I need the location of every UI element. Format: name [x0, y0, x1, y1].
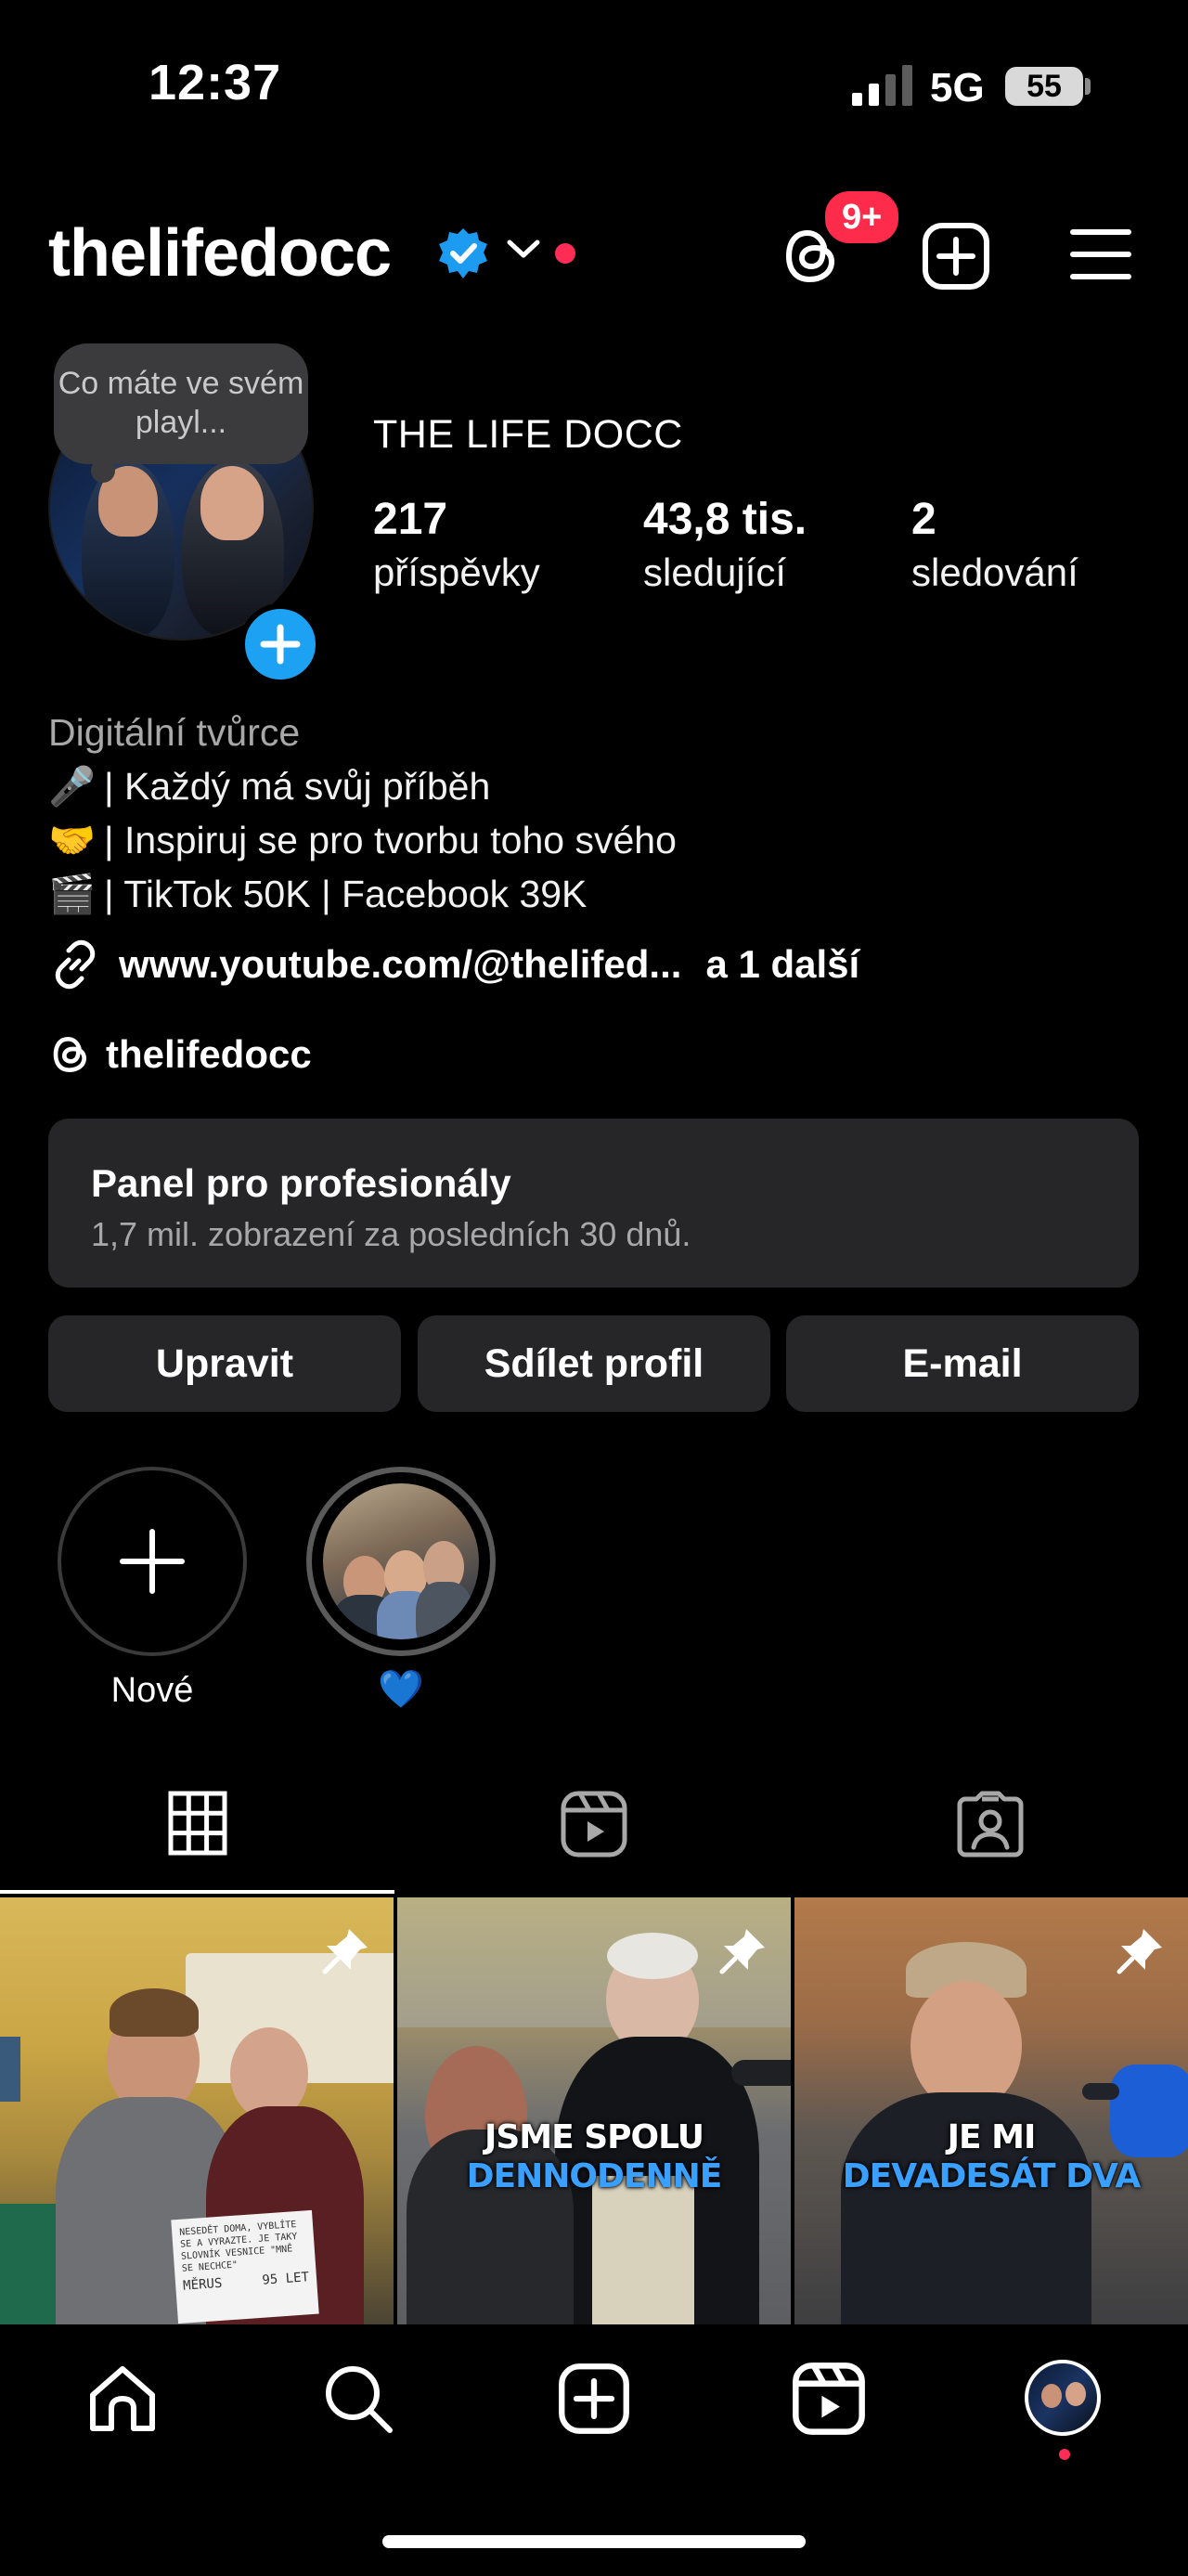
note-bubble-tail — [91, 459, 115, 483]
stat-followers-label: sledující — [643, 550, 787, 594]
stat-followers-value: 43,8 tis. — [643, 495, 807, 544]
stat-posts[interactable]: 217 příspěvky — [373, 494, 540, 595]
nav-profile-avatar[interactable] — [1025, 2360, 1101, 2436]
battery-tip — [1085, 78, 1091, 95]
sign-name: MĚRUS — [182, 2275, 223, 2294]
add-story-button[interactable] — [239, 603, 321, 685]
post-caption-bottom: DEVADESÁT DVA — [842, 2157, 1141, 2195]
notification-badge: 9+ — [821, 188, 903, 247]
home-icon — [90, 2366, 155, 2431]
chevron-down-icon[interactable] — [506, 238, 541, 260]
post-caption-top: JE MI — [947, 2118, 1037, 2156]
tab-tagged[interactable] — [956, 1790, 1025, 1858]
grid-icon — [168, 1791, 227, 1856]
signal-icon — [852, 65, 917, 106]
professional-dashboard[interactable]: Panel pro profesionály 1,7 mil. zobrazen… — [48, 1119, 1139, 1288]
post-tile[interactable]: NESEDĚT DOMA, VYBLÍTE SE A VYRAZTE. JE T… — [0, 1897, 394, 2324]
plus-icon — [120, 1529, 185, 1594]
menu-button[interactable] — [1069, 227, 1132, 282]
pin-icon — [715, 1923, 770, 1979]
search-icon — [326, 2366, 393, 2433]
post-tile[interactable]: JE MI DEVADESÁT DVA — [794, 1897, 1188, 2324]
pin-icon — [317, 1923, 373, 1979]
post-caption-top: JSME SPOLU — [484, 2118, 704, 2156]
threads-profile-link[interactable]: thelifedocc — [48, 1032, 312, 1077]
tagged-icon — [957, 1791, 1024, 1858]
verified-badge-icon — [436, 227, 490, 280]
bio-category: Digitální tvůrce — [48, 711, 301, 754]
highlight-cover — [323, 1483, 479, 1639]
nav-reels[interactable] — [792, 2362, 866, 2436]
plus-icon — [260, 624, 301, 665]
stat-following[interactable]: 2 sledování — [911, 494, 1078, 595]
highlight-story[interactable] — [306, 1467, 496, 1656]
new-highlight-button[interactable] — [58, 1467, 247, 1656]
reels-icon — [793, 2362, 865, 2435]
microphone-emoji: 🎤 — [48, 765, 97, 808]
notification-dot — [555, 243, 575, 264]
pin-icon — [1112, 1923, 1168, 1979]
sign-age: 95 LET — [261, 2270, 310, 2288]
display-name: THE LIFE DOCC — [373, 412, 683, 457]
post-caption-bottom: DENNODENNĚ — [466, 2157, 723, 2195]
post-tile[interactable]: JSME SPOLU DENNODENNĚ — [397, 1897, 791, 2324]
sign-text: NESEDĚT DOMA, VYBLÍTE SE A VYRAZTE. JE T… — [178, 2220, 298, 2274]
stat-posts-label: příspěvky — [373, 550, 540, 594]
home-indicator — [382, 2535, 806, 2548]
stat-followers[interactable]: 43,8 tis. sledující — [643, 494, 807, 595]
battery-icon: 55 — [1005, 67, 1083, 106]
hamburger-icon — [1070, 229, 1131, 279]
clapperboard-emoji: 🎬 — [48, 873, 97, 915]
reels-icon — [561, 1791, 627, 1858]
network-type: 5G — [930, 65, 985, 110]
threads-icon — [48, 1032, 93, 1077]
panel-subtitle: 1,7 mil. zobrazení za posledních 30 dnů. — [91, 1215, 691, 1253]
handwritten-sign: NESEDĚT DOMA, VYBLÍTE SE A VYRAZTE. JE T… — [171, 2209, 319, 2324]
status-time: 12:37 — [148, 55, 282, 110]
email-button[interactable]: E-mail — [786, 1315, 1139, 1412]
profile-username[interactable]: thelifedocc — [48, 215, 392, 291]
bio-link[interactable]: www.youtube.com/@thelifed... a 1 další — [48, 938, 859, 991]
share-profile-button[interactable]: Sdílet profil — [418, 1315, 770, 1412]
stat-following-value: 2 — [911, 495, 936, 544]
highlight-label: 💙 — [378, 1669, 424, 1710]
profile-note-bubble[interactable]: Co máte ve svém playl... — [54, 343, 308, 464]
tab-grid[interactable] — [167, 1790, 228, 1857]
bio-line: 🎬 | TikTok 50K | Facebook 39K — [48, 873, 587, 917]
bio-link-more[interactable]: a 1 další — [705, 942, 859, 987]
tab-reels[interactable] — [560, 1790, 628, 1858]
handshake-emoji: 🤝 — [48, 819, 97, 861]
bio-line-text: | Každý má svůj příběh — [104, 765, 491, 808]
create-button[interactable] — [921, 221, 991, 291]
edit-profile-button[interactable]: Upravit — [48, 1315, 401, 1412]
link-icon — [48, 938, 102, 991]
bio-link-url[interactable]: www.youtube.com/@thelifed... — [119, 942, 681, 987]
nav-search[interactable] — [321, 2362, 395, 2436]
nav-home[interactable] — [85, 2362, 160, 2436]
panel-title: Panel pro profesionály — [91, 1161, 511, 1205]
active-tab-indicator — [0, 1890, 394, 1894]
new-highlight-label: Nové — [110, 1671, 194, 1710]
bio-line: 🎤 | Každý má svůj příběh — [48, 765, 490, 809]
stat-posts-value: 217 — [373, 495, 448, 544]
bio-line-text: | Inspiruj se pro tvorbu toho svého — [104, 819, 677, 861]
plus-square-icon — [559, 2363, 629, 2434]
threads-handle[interactable]: thelifedocc — [106, 1032, 312, 1077]
bio-line-text: | TikTok 50K | Facebook 39K — [104, 873, 588, 915]
bio-line: 🤝 | Inspiruj se pro tvorbu toho svého — [48, 819, 677, 863]
profile-notification-dot — [1059, 2449, 1070, 2460]
stat-following-label: sledování — [911, 550, 1078, 594]
plus-square-icon — [923, 223, 989, 290]
nav-create[interactable] — [557, 2362, 631, 2436]
